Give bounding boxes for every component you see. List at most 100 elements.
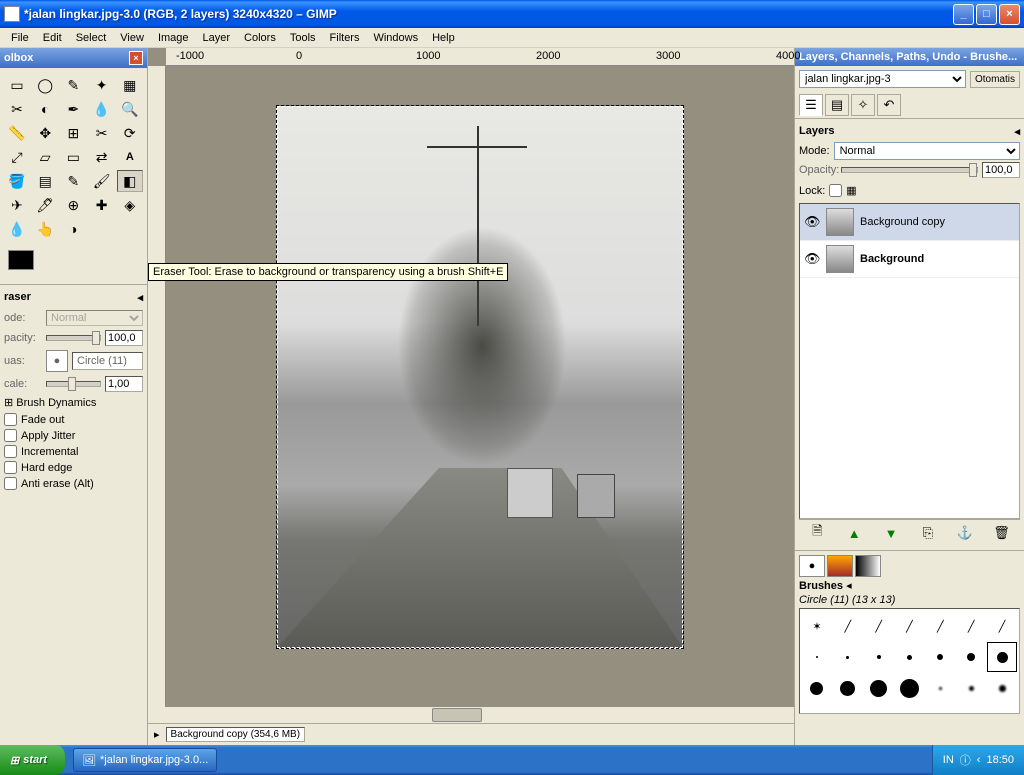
flip-tool[interactable]: ⇄ [89,146,115,168]
foreground-select-tool[interactable]: ◐ [32,98,58,120]
shear-tool[interactable]: ▱ [32,146,58,168]
dodge-burn-tool[interactable]: ◑ [60,218,86,240]
free-select-tool[interactable]: ✎ [60,74,86,96]
layer-opacity-value[interactable] [982,162,1020,178]
blur-tool[interactable]: 💧 [4,218,30,240]
menu-select[interactable]: Select [69,30,114,46]
color-select-tool[interactable]: ▦ [117,74,143,96]
brush-cell[interactable] [895,642,925,672]
brush-cell[interactable] [895,673,925,703]
apply-jitter-check[interactable] [4,429,17,442]
brush-cell[interactable] [833,642,863,672]
brush-cell[interactable] [987,642,1017,672]
paintbrush-tool[interactable]: 🖌 [89,170,115,192]
canvas[interactable] [166,66,794,707]
brush-dynamics-expand[interactable]: ⊞ Brush Dynamics [4,396,143,409]
status-layer-info[interactable]: Background copy (354,6 MB) [166,727,306,742]
brush-cell[interactable] [925,642,955,672]
smudge-tool[interactable]: 👆 [32,218,58,240]
horizontal-ruler[interactable]: -1000 0 1000 2000 3000 4000 [166,48,794,66]
ink-tool[interactable]: 🖊 [32,194,58,216]
incremental-check[interactable] [4,445,17,458]
mode-select[interactable]: Normal [46,310,143,326]
visibility-icon[interactable]: 👁 [804,214,820,230]
scissors-tool[interactable]: ✂ [4,98,30,120]
layer-name[interactable]: Background copy [860,216,945,228]
lock-pixels-check[interactable] [829,184,842,197]
brush-cell[interactable]: ╱ [895,611,925,641]
menu-view[interactable]: View [113,30,151,46]
minimize-button[interactable]: _ [953,4,974,25]
tray-icon[interactable]: ‹ [977,754,981,766]
brush-grid[interactable]: ✶ ╱ ╱ ╱ ╱ ╱ ╱ [799,608,1020,714]
brush-cell[interactable]: ╱ [925,611,955,641]
tool-options-menu-icon[interactable]: ◂ [137,291,143,304]
scale-tool[interactable]: ⤢ [4,146,30,168]
scale-value[interactable] [105,376,143,392]
duplicate-layer-button[interactable]: ⎘ [919,524,937,542]
layer-mode-select[interactable]: Normal [834,142,1020,160]
start-button[interactable]: ⊞start [0,745,65,775]
layer-name[interactable]: Background [860,253,924,265]
brush-cell[interactable]: ╱ [864,611,894,641]
vertical-ruler[interactable] [148,66,166,707]
maximize-button[interactable]: □ [976,4,997,25]
auto-button[interactable]: Otomatis [970,71,1020,88]
fade-out-check[interactable] [4,413,17,426]
crop-tool[interactable]: ✂ [89,122,115,144]
align-tool[interactable]: ⊞ [60,122,86,144]
layer-list[interactable]: 👁 Background copy 👁 Background [799,203,1020,519]
color-swatches[interactable] [0,246,147,284]
menu-edit[interactable]: Edit [36,30,69,46]
tray-lang[interactable]: IN [943,754,954,766]
menu-layer[interactable]: Layer [196,30,238,46]
new-layer-button[interactable]: 🗎 [808,524,826,542]
brush-cell[interactable]: ✶ [802,611,832,641]
brush-cell[interactable]: ╱ [956,611,986,641]
paths-tab[interactable]: ✧ [851,94,875,116]
blend-tool[interactable]: ▤ [32,170,58,192]
layer-thumbnail[interactable] [826,245,854,273]
layers-panel-title[interactable]: Layers, Channels, Paths, Undo - Brushe..… [795,48,1024,66]
undo-tab[interactable]: ↶ [877,94,901,116]
anchor-layer-button[interactable]: ⚓ [956,524,974,542]
delete-layer-button[interactable]: 🗑 [993,524,1011,542]
taskbar-item[interactable]: 🖼*jalan lingkar.jpg-3.0... [73,748,217,772]
layers-tab[interactable]: ☰ [799,94,823,116]
brushes-tab[interactable]: ● [799,555,825,577]
brushes-menu-icon[interactable]: ◂ [846,580,852,592]
layer-thumbnail[interactable] [826,208,854,236]
brush-cell[interactable] [956,673,986,703]
brush-cell[interactable] [864,642,894,672]
heal-tool[interactable]: ✚ [89,194,115,216]
raise-layer-button[interactable]: ▲ [845,524,863,542]
brush-cell[interactable] [802,673,832,703]
perspective-clone-tool[interactable]: ◈ [117,194,143,216]
menu-image[interactable]: Image [151,30,196,46]
brush-preview[interactable]: ● [46,350,68,372]
eraser-tool[interactable]: ◧ [117,170,143,192]
channels-tab[interactable]: ▤ [825,94,849,116]
airbrush-tool[interactable]: ✈ [4,194,30,216]
horizontal-scrollbar[interactable] [148,707,794,723]
menu-windows[interactable]: Windows [366,30,425,46]
layer-item[interactable]: 👁 Background [800,241,1019,278]
gradients-tab[interactable] [855,555,881,577]
color-picker-tool[interactable]: 💧 [89,98,115,120]
lower-layer-button[interactable]: ▼ [882,524,900,542]
bucket-fill-tool[interactable]: 🪣 [4,170,30,192]
image-selector[interactable]: jalan lingkar.jpg-3 [799,70,966,88]
pencil-tool[interactable]: ✎ [60,170,86,192]
paths-tool[interactable]: ✒ [60,98,86,120]
brush-cell[interactable] [956,642,986,672]
clone-tool[interactable]: ⊕ [60,194,86,216]
brush-cell[interactable]: ╱ [987,611,1017,641]
anti-erase-check[interactable] [4,477,17,490]
layer-opacity-slider[interactable] [841,167,978,173]
menu-colors[interactable]: Colors [237,30,283,46]
toolbox-title[interactable]: olbox × [0,48,147,68]
opacity-slider[interactable] [46,335,101,341]
menu-help[interactable]: Help [425,30,462,46]
rotate-tool[interactable]: ⟳ [117,122,143,144]
system-tray[interactable]: IN ⓘ ‹ 18:50 [932,745,1024,775]
